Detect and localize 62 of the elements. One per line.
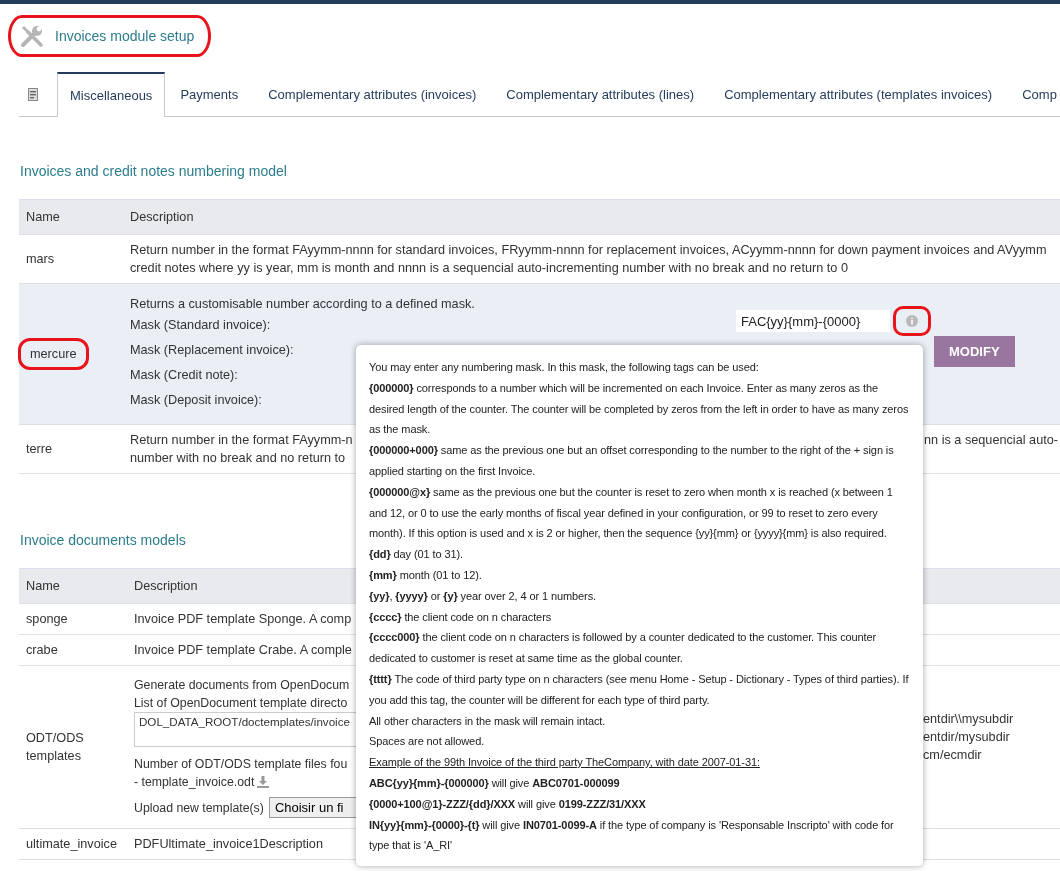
description-text: Returns a customisable number according to a defined mask. [130,296,475,313]
table-cell-text: terre [26,441,53,458]
syntax-example: cm/ecmdir [923,747,983,764]
syntax-example: entdir/mysubdir [923,729,1011,746]
column-header: Name [25,579,61,593]
section-title: Invoice documents models [20,532,186,550]
table-cell-text: mars [26,251,55,268]
upload-label: Upload new template(s) [134,800,264,815]
description-text: number with no break and no return to [130,450,346,467]
description-text: PDFUltimate_invoice1Description [134,836,323,853]
tooltip-text: {mm} month (01 to 12). [369,567,483,583]
tooltip-text: {cccc000} the client code on n characters is followed by a counter dedicated to the customer. This counter dedicated to customer is reset at same time as the global counter. [369,630,878,667]
table-cell-text: ODT/ODS templates [26,730,85,765]
download-icon [257,776,270,788]
tooltip-text: {cccc} the client code on n characters [369,609,553,625]
tab[interactable]: Complementary attributes (templates invoices) [709,72,1008,116]
tooltip-text: {tttt} The code of third party type on n characters (see menu Home - Setup - Dictionary - Types of third parties). If you add this tag, the counter will be different for each type of third party. [369,671,910,708]
tab[interactable]: Miscellaneous [57,72,166,117]
tooltip-text: Example of the 99th Invoice of the third party TheCompany, with date 2007-01-31: [369,755,761,771]
column-header: Name [25,210,61,224]
description-text: Invoice PDF template Crabe. A comple [134,642,352,659]
table-cell-text: crabe [26,642,58,659]
section-title: Invoices and credit notes numbering model [20,163,287,181]
page-title: Invoices module setup [55,28,195,44]
description-text: Invoice PDF template Sponge. A comp [134,611,352,628]
tab[interactable]: Complementary attributes (invoices) [253,72,492,116]
mask-input-field[interactable]: FAC{yy}{mm}-{0000} [736,310,890,332]
field-label: Mask (Credit note): [130,367,238,384]
description-text: nn is a sequencial auto- [924,432,1058,449]
field-label: Mask (Standard invoice): [130,317,271,334]
tooltip-text: You may enter any numbering mask. In this mask, the following tags can be used: [369,360,760,375]
field-label: Mask (Replacement invoice): [130,342,294,359]
column-header: Description [130,210,194,224]
info-icon [906,315,918,327]
tooltip-text: {000000+000} same as the previous one but an offset corresponding to the number to the right of the + sign is applied starting on the first Invoice. [369,443,895,479]
annotated-name-cell: mercure [18,338,89,370]
tools-icon [19,23,45,49]
tooltip-text: {yy}, {yyyy} or {y} year over 2, 4 or 1 numbers. [369,588,597,604]
tab[interactable]: Payments [165,72,254,116]
description-text: Number of ODT/ODS template files fou [134,756,348,773]
tooltip-text: {0000+100@1}-ZZZ/{dd}/XXX will give 0199-ZZZ/31/XXX [369,796,647,812]
tooltip-text: {000000@x} same as the previous one but the counter is reset to zero when month x is reached (x between 1 and 12, or 0 to use the early months of fiscal year defined in your configuration, or 99 to reset to zero every month). If this option is used and x is 2 or higher, then the sequence {yy}{mm} or {yyyy}{mm} is also required. [369,484,894,542]
table-cell-text: ultimate_invoice [26,836,117,853]
description-text: List of OpenDocument template directo [134,695,348,712]
file-link[interactable]: - template_invoice.odt [134,773,255,791]
description-text: Return number in the format FAyymm-nnnn for standard invoices, FRyymm-nnnn for replacement invoices, ACyymm-nnnn for down payment invoices and AVyymm [130,242,1047,259]
tooltip-text: Spaces are not allowed. [369,734,486,750]
tab[interactable]: Complementary attributes (lines) [491,72,710,116]
modify-button[interactable]: MODIFY [934,336,1015,367]
syntax-example: entdir\\mysubdir [923,711,1014,728]
description-text: credit notes where yy is year, mm is month and nnnn is a sequencial auto-incrementing number with no break and no return to 0 [130,260,848,277]
table-cell-text: sponge [26,611,68,628]
tooltip-text: IN{yy}{mm}-{0000}-{t} will give IN0701-0099-A if the type of company is 'Responsable Inscripto' with code for type that is 'A_RI' [369,817,895,854]
tab[interactable]: Comp [1007,72,1058,116]
field-label: Mask (Deposit invoice): [130,392,262,409]
tooltip-text: {dd} day (01 to 31). [369,547,464,563]
description-text: Return number in the format FAyymm-n [130,432,353,449]
tooltip-text: ABC{yy}{mm}-{000000} will give ABC0701-000099 [369,775,621,791]
tooltip-text: All other characters in the mask will remain intact. [369,713,607,729]
description-text: Generate documents from OpenDocum [134,677,350,694]
column-header: Description [134,579,198,593]
tooltip-text: {000000} corresponds to a number which will be incremented on each Invoice. Enter as many zeros as the desired length of the counter. The counter will be completed by zeros from the left in order to have as many zeros as the mask. [369,380,910,438]
